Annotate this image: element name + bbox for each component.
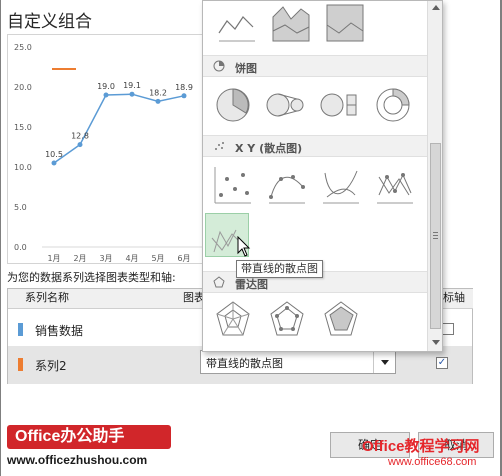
chart-type-tooltip: 带直线的散点图 [236, 260, 323, 278]
data-label: 10.5 [45, 150, 63, 159]
pie-of-pie-icon [266, 93, 304, 117]
chart-type-select-value: 带直线的散点图 [206, 357, 283, 370]
filled-radar-icon [324, 301, 358, 336]
mouse-cursor-icon [237, 236, 251, 257]
data-label: 18.2 [149, 88, 167, 97]
area-icon [218, 16, 255, 42]
column-header-series-name[interactable]: 系列名称 [8, 289, 183, 309]
x-tick-label: 4月 [125, 254, 138, 263]
chart-type-gallery: 饼图 X Y (散点图) 雷达图 [202, 0, 443, 352]
percent-area-option[interactable] [323, 1, 367, 45]
chevron-down-icon[interactable] [373, 351, 395, 373]
data-label: 19.0 [97, 82, 115, 91]
scatter-straight-markers-icon [377, 173, 413, 204]
pie-icon [213, 60, 225, 72]
pie-of-pie-option[interactable] [263, 83, 307, 127]
filled-radar-option[interactable] [319, 297, 363, 341]
y-tick-label: 15.0 [14, 123, 32, 132]
scatter-straight-markers-option[interactable] [373, 163, 417, 207]
scatter-chart-icon [214, 167, 251, 204]
line-chart: 0.0 5.0 10.0 15.0 20.0 25.0 1月 2月 3月 4月 5月 6月 10.5 12… [14, 43, 234, 263]
y-tick-label: 25.0 [14, 43, 32, 52]
gallery-scrollbar[interactable] [427, 1, 442, 351]
data-label: 19.1 [123, 81, 141, 90]
y-tick-label: 0.0 [14, 243, 27, 252]
scatter-smooth-option[interactable] [319, 163, 363, 207]
radar-chart-icon [216, 301, 250, 336]
y-tick-label: 10.0 [14, 163, 32, 172]
stacked-area-icon [272, 6, 310, 42]
watermark-title: Office教程学习网 [362, 438, 480, 455]
data-point [51, 160, 57, 166]
bar-of-pie-option[interactable] [317, 83, 361, 127]
watermark: Office教程学习网 www.office68.com [362, 435, 500, 473]
section-label: 饼图 [235, 62, 257, 75]
data-point [181, 93, 187, 99]
brand-url: www.officezhushou.com [7, 453, 148, 467]
pie-option[interactable] [211, 83, 255, 127]
scatter-smooth-icon [323, 170, 359, 204]
brand-logo: Office办公助手 [7, 425, 171, 449]
x-tick-label: 5月 [151, 254, 164, 263]
column-header-secondary-axis[interactable]: 标轴 [443, 289, 473, 309]
chart-type-select[interactable]: 带直线的散点图 [200, 350, 396, 374]
series-name: 销售数据 [35, 324, 84, 338]
data-label: 18.9 [175, 83, 193, 92]
stacked-area-option[interactable] [269, 1, 313, 45]
secondary-axis-checkbox[interactable]: ✓ [436, 357, 448, 369]
bar-of-pie-icon [320, 93, 357, 117]
section-header-scatter: X Y (散点图) [203, 135, 427, 157]
data-point [103, 92, 109, 98]
section-label: X Y (散点图) [235, 142, 303, 155]
x-tick-label: 3月 [99, 254, 112, 263]
percent-area-icon [326, 4, 364, 42]
series-color-swatch [18, 323, 23, 336]
x-tick-label: 6月 [177, 254, 190, 263]
radar-icon [213, 276, 225, 288]
watermark-url: www.office68.com [388, 456, 477, 468]
radar-markers-icon [270, 301, 304, 336]
radar-option[interactable] [211, 297, 255, 341]
scatter-smooth-markers-icon [269, 175, 305, 204]
page-title: 自定义组合 [7, 12, 92, 32]
scatter-option[interactable] [211, 163, 255, 207]
series-line [53, 93, 185, 164]
data-label: 12.8 [71, 132, 89, 141]
y-tick-label: 20.0 [14, 83, 32, 92]
scroll-down-arrow-icon[interactable] [432, 340, 440, 345]
scatter-smooth-markers-option[interactable] [265, 163, 309, 207]
series-color-swatch [18, 358, 23, 371]
section-label: 雷达图 [235, 278, 268, 291]
series-instruction: 为您的数据系列选择图表类型和轴: [7, 271, 176, 284]
data-point [129, 91, 135, 97]
scatter-icon [215, 142, 224, 150]
series-name: 系列2 [35, 359, 67, 373]
x-tick-label: 1月 [47, 254, 60, 263]
scroll-up-arrow-icon[interactable] [432, 5, 440, 10]
doughnut-option[interactable] [371, 83, 415, 127]
radar-markers-option[interactable] [265, 297, 309, 341]
doughnut-icon [376, 88, 410, 122]
data-point [77, 142, 83, 148]
x-tick-label: 2月 [73, 254, 86, 263]
area-chart-option[interactable] [215, 1, 259, 45]
y-tick-label: 5.0 [14, 203, 27, 212]
secondary-axis-checkbox[interactable] [442, 323, 454, 335]
data-point [155, 98, 161, 104]
section-header-pie: 饼图 [203, 55, 427, 77]
scroll-thumb[interactable] [430, 143, 441, 329]
chart-preview: 0.0 5.0 10.0 15.0 20.0 25.0 1月 2月 3月 4月 5月 6月 10.5 12… [7, 34, 235, 264]
pie-chart-icon [216, 88, 250, 122]
